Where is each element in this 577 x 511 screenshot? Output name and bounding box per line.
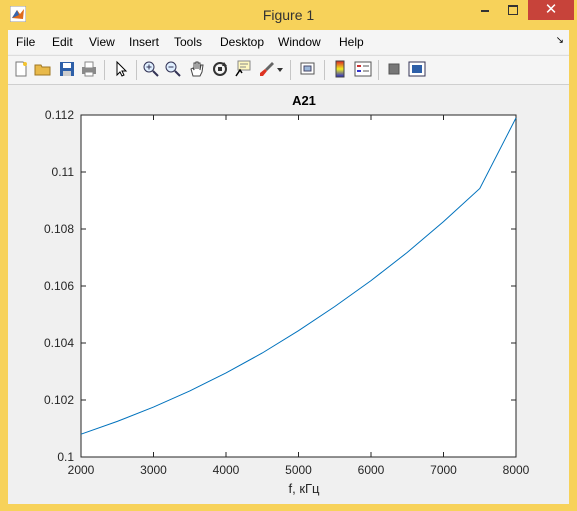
zoom-in-icon[interactable] (142, 60, 160, 78)
maximize-button[interactable] (500, 0, 526, 20)
figure-client-area: File Edit View Insert Tools Desktop Wind… (8, 30, 569, 504)
zoom-out-icon[interactable] (164, 60, 182, 78)
menu-help[interactable]: Help (339, 35, 364, 49)
menu-bar: File Edit View Insert Tools Desktop Wind… (8, 30, 569, 54)
chart-title: A21 (292, 93, 316, 108)
x-tick-label: 2000 (68, 463, 95, 477)
menu-window[interactable]: Window (278, 35, 321, 49)
x-tick-label: 7000 (430, 463, 457, 477)
data-cursor-icon[interactable] (234, 60, 252, 78)
plot-area[interactable]: A21 0.1 0.102 0.104 0.106 0.108 0.11 0.112 200… (8, 85, 569, 504)
y-tick-label: 0.112 (45, 108, 74, 122)
figure-toolbar (8, 55, 569, 85)
brush-dropdown-icon[interactable] (276, 60, 284, 78)
x-tick-label: 6000 (358, 463, 385, 477)
hide-plot-tools-icon[interactable] (385, 60, 403, 78)
new-figure-icon[interactable] (12, 60, 30, 78)
x-tick-label: 5000 (285, 463, 312, 477)
menu-file[interactable]: File (16, 35, 35, 49)
axes-box[interactable] (80, 114, 517, 458)
title-bar[interactable]: Figure 1 ✕ (0, 0, 577, 30)
toolbar-separator (136, 60, 137, 80)
menu-view[interactable]: View (89, 35, 115, 49)
menu-edit[interactable]: Edit (52, 35, 73, 49)
rotate-icon[interactable] (211, 60, 229, 78)
y-tick-label: 0.11 (52, 165, 75, 179)
brush-icon[interactable] (258, 60, 276, 78)
print-icon[interactable] (80, 60, 98, 78)
close-button[interactable]: ✕ (528, 0, 574, 20)
legend-icon[interactable] (354, 60, 372, 78)
y-tick-label: 0.1 (57, 450, 74, 464)
y-tick-label: 0.102 (44, 393, 74, 407)
link-plot-icon[interactable] (299, 60, 317, 78)
figure-window: Figure 1 ✕ File Edit View Insert Tools D… (0, 0, 577, 511)
toolbar-separator (104, 60, 105, 80)
toolbar-separator (378, 60, 379, 80)
menu-tools[interactable]: Tools (174, 35, 202, 49)
colorbar-icon[interactable] (331, 60, 349, 78)
y-tick-label: 0.104 (44, 336, 74, 350)
figure-canvas: A21 0.1 0.102 0.104 0.106 0.108 0.11 0.112 200… (8, 85, 569, 504)
open-file-icon[interactable] (34, 60, 52, 78)
y-tick-label: 0.106 (44, 279, 74, 293)
menu-insert[interactable]: Insert (129, 35, 159, 49)
x-axis-label: f, кГц (288, 481, 320, 496)
toolbar-separator (324, 60, 325, 80)
x-tick-label: 4000 (213, 463, 240, 477)
menu-desktop[interactable]: Desktop (220, 35, 264, 49)
pointer-icon[interactable] (112, 60, 130, 78)
minimize-button[interactable] (472, 0, 498, 20)
dock-arrow-icon[interactable]: ↘ (556, 35, 564, 46)
show-plot-tools-icon[interactable] (408, 60, 426, 78)
x-tick-label: 8000 (503, 463, 530, 477)
x-tick-label: 3000 (140, 463, 167, 477)
pan-icon[interactable] (188, 60, 206, 78)
y-tick-label: 0.108 (44, 222, 74, 236)
toolbar-separator (290, 60, 291, 80)
save-icon[interactable] (58, 60, 76, 78)
